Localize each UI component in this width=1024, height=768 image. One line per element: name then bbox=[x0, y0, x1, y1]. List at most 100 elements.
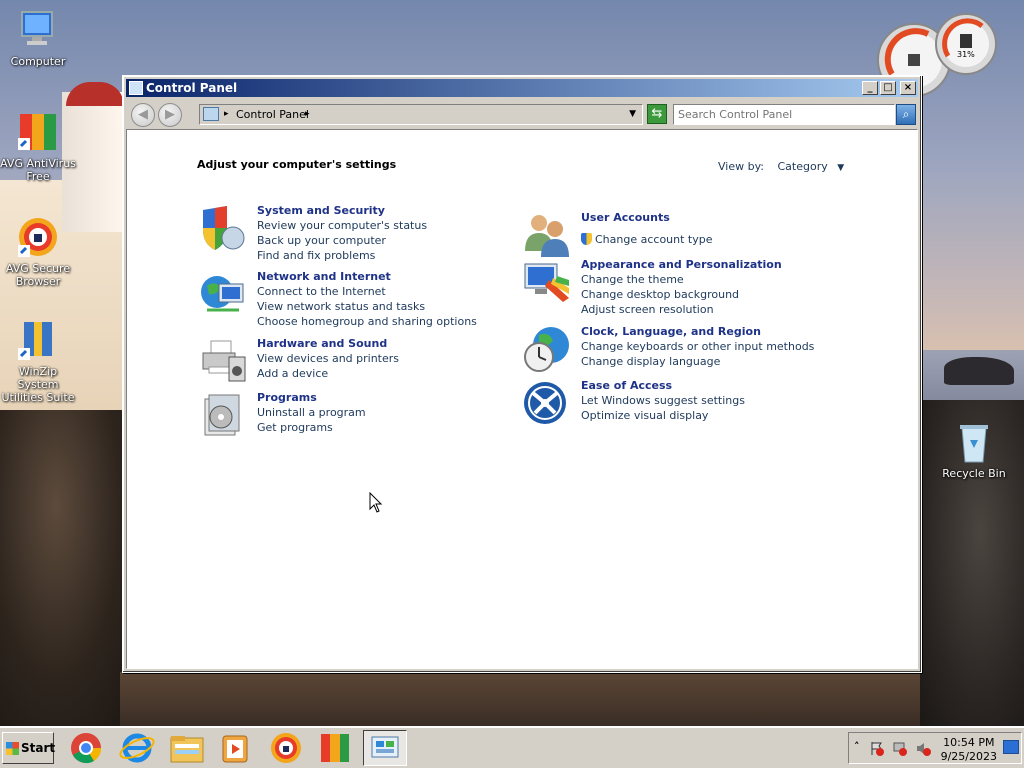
breadcrumb-control-panel[interactable]: Control Panel bbox=[236, 105, 309, 124]
recycle-bin-icon bbox=[952, 420, 996, 464]
network-icon[interactable] bbox=[892, 741, 908, 756]
chrome-icon bbox=[71, 733, 102, 764]
category-title[interactable]: Ease of Access bbox=[581, 379, 841, 393]
category-link[interactable]: Adjust screen resolution bbox=[581, 302, 841, 317]
window-title: Control Panel bbox=[146, 81, 238, 95]
category-link[interactable]: Choose homegroup and sharing options bbox=[257, 314, 517, 329]
search-input[interactable] bbox=[673, 104, 895, 125]
category-link[interactable]: Optimize visual display bbox=[581, 408, 841, 423]
category-link[interactable]: Change display language bbox=[581, 354, 841, 369]
monitor-palette-icon bbox=[523, 258, 571, 306]
category-title[interactable]: Network and Internet bbox=[257, 270, 517, 284]
printer-icon bbox=[199, 337, 247, 385]
category-link[interactable]: View network status and tasks bbox=[257, 299, 517, 314]
winzip-icon bbox=[16, 318, 60, 362]
taskbar-app-file-explorer[interactable] bbox=[165, 730, 209, 766]
category-link[interactable]: Uninstall a program bbox=[257, 405, 517, 420]
clock[interactable]: 10:54 PM 9/25/2023 bbox=[941, 736, 997, 764]
wallpaper-islands bbox=[944, 357, 1014, 385]
arrow-left-icon: ◀ bbox=[138, 107, 148, 122]
show-hidden-icons-chevron-icon[interactable]: ˄ bbox=[854, 740, 860, 753]
gadget-value: 31% bbox=[957, 50, 975, 59]
desktop-icon-avg-antivirus[interactable]: AVG AntiVirus Free bbox=[0, 110, 76, 183]
refresh-icon: ⇆ bbox=[651, 106, 663, 121]
category-link[interactable]: Connect to the Internet bbox=[257, 284, 517, 299]
category-link[interactable]: Change account type bbox=[581, 232, 841, 247]
desktop-icon-avg-browser[interactable]: AVG Secure Browser bbox=[0, 215, 76, 288]
clock-date: 9/25/2023 bbox=[940, 750, 997, 763]
chevron-right-icon[interactable]: ▸ bbox=[305, 105, 310, 124]
control-panel-icon bbox=[203, 107, 219, 121]
taskbar-app-media-player[interactable] bbox=[213, 730, 257, 766]
back-button[interactable]: ◀ bbox=[131, 103, 155, 127]
refresh-button[interactable]: ⇆ bbox=[647, 104, 667, 124]
category-title[interactable]: System and Security bbox=[257, 204, 517, 218]
category-link[interactable]: View devices and printers bbox=[257, 351, 517, 366]
network-globe-icon bbox=[199, 270, 247, 318]
chevron-down-icon[interactable]: ▼ bbox=[629, 105, 636, 124]
category-link[interactable]: Let Windows suggest settings bbox=[581, 393, 841, 408]
search-button[interactable]: ⌕ bbox=[896, 104, 916, 125]
avg-antivirus-icon bbox=[321, 734, 349, 762]
close-button[interactable]: × bbox=[900, 81, 916, 95]
avg-antivirus-icon bbox=[16, 110, 60, 154]
system-tray: ˄ 10:54 PM 9/25/2023 bbox=[848, 732, 1022, 764]
category-link[interactable]: Get programs bbox=[257, 420, 517, 435]
desktop-icon-winzip[interactable]: WinZip System Utilities Suite bbox=[0, 318, 76, 404]
shield-icon bbox=[199, 204, 247, 252]
desktop-icon-recycle-bin[interactable]: Recycle Bin bbox=[936, 420, 1012, 480]
minimize-button[interactable]: _ bbox=[862, 81, 878, 95]
action-center-flag-icon[interactable] bbox=[869, 741, 885, 756]
computer-icon bbox=[16, 8, 60, 52]
category-title[interactable]: Clock, Language, and Region bbox=[581, 325, 841, 339]
desktop-icon-computer[interactable]: Computer bbox=[0, 8, 76, 68]
control-panel-window[interactable]: Control Panel _ □ × ◀ ▶ ▸ Control Panel … bbox=[122, 75, 922, 673]
start-label: Start bbox=[21, 741, 56, 755]
forward-button[interactable]: ▶ bbox=[158, 103, 182, 127]
category-title[interactable]: Appearance and Personalization bbox=[581, 258, 841, 272]
desktop-icon-label: AVG AntiVirus Free bbox=[0, 157, 76, 183]
volume-icon[interactable] bbox=[915, 741, 931, 756]
category-title[interactable]: Hardware and Sound bbox=[257, 337, 517, 351]
view-by-label: View by: bbox=[718, 160, 764, 173]
content-area: Adjust your computer's settings View by:… bbox=[126, 129, 918, 669]
category-link[interactable]: Add a device bbox=[257, 366, 517, 381]
chevron-right-icon[interactable]: ▸ bbox=[224, 105, 229, 124]
category-link[interactable]: Change desktop background bbox=[581, 287, 841, 302]
taskbar-app-avg-browser[interactable] bbox=[264, 730, 308, 766]
start-button[interactable]: Start bbox=[2, 732, 56, 764]
chevron-down-icon[interactable]: ▼ bbox=[837, 163, 844, 173]
view-by: View by: Category ▼ bbox=[718, 160, 844, 173]
desktop-icon-label: Recycle Bin bbox=[942, 467, 1006, 480]
taskbar-app-avg-antivirus[interactable] bbox=[313, 730, 357, 766]
windows-logo-icon bbox=[6, 742, 19, 755]
category-link[interactable]: Change the theme bbox=[581, 272, 841, 287]
users-icon bbox=[523, 211, 571, 259]
category-link[interactable]: Change keyboards or other input methods bbox=[581, 339, 841, 354]
address-bar[interactable]: ▸ Control Panel ▸ ▼ bbox=[199, 104, 643, 125]
maximize-button[interactable]: □ bbox=[880, 81, 896, 95]
avg-browser-icon bbox=[271, 733, 301, 763]
category-link[interactable]: Review your computer's status bbox=[257, 218, 517, 233]
category-link[interactable]: Find and fix problems bbox=[257, 248, 517, 263]
control-panel-icon bbox=[371, 736, 399, 758]
taskbar-app-control-panel[interactable] bbox=[363, 730, 407, 766]
search-icon: ⌕ bbox=[902, 107, 910, 121]
file-explorer-icon bbox=[170, 736, 204, 763]
arrow-right-icon: ▶ bbox=[165, 107, 175, 122]
programs-icon bbox=[199, 391, 247, 439]
taskbar-app-chrome[interactable] bbox=[64, 730, 108, 766]
taskbar: Start ˄ 10:54 PM 9/25/2023 bbox=[0, 726, 1024, 768]
category-title[interactable]: User Accounts bbox=[581, 211, 841, 225]
uac-shield-icon bbox=[581, 233, 592, 245]
navigation-bar: ◀ ▶ ▸ Control Panel ▸ ▼ ⇆ ⌕ bbox=[126, 99, 918, 129]
category-title[interactable]: Programs bbox=[257, 391, 517, 405]
category-link[interactable]: Back up your computer bbox=[257, 233, 517, 248]
view-by-select[interactable]: Category bbox=[778, 160, 828, 173]
clock-globe-icon bbox=[523, 325, 571, 373]
taskbar-app-internet-explorer[interactable] bbox=[115, 730, 159, 766]
category-link-label: Change account type bbox=[595, 233, 713, 246]
ease-of-access-icon bbox=[523, 379, 571, 427]
show-desktop-icon[interactable] bbox=[1003, 740, 1019, 754]
window-titlebar[interactable]: Control Panel _ □ × bbox=[126, 79, 918, 97]
